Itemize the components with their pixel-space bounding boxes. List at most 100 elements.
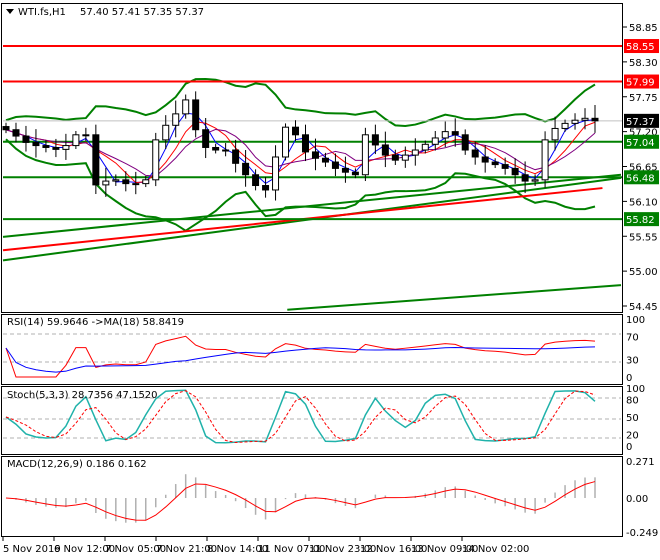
macd-tick-label: -0.249 [626,528,658,539]
collapse-triangle-icon[interactable] [6,9,14,14]
candle-body [361,134,369,176]
candle-body [92,134,100,186]
candle-body [252,174,260,187]
macd-label: MACD(12,26,9) 0.186 0.162 [7,459,147,470]
candle-body [172,113,180,126]
candle-body [301,134,309,153]
candle-body [282,126,290,158]
candle-body [182,99,190,115]
candle-body [581,117,589,121]
stoch-tick-label: 20 [626,430,639,441]
candle-body [152,139,160,181]
candle-body [122,179,130,185]
macd-tick-label: 0.271 [626,457,655,468]
rsi-line [5,335,596,378]
price-tick-label: 54.45 [629,302,658,313]
candle-body [591,117,599,122]
candle-body [62,145,70,150]
candle-body [411,149,419,156]
price-tick-label: 55.55 [629,232,658,243]
candle-body [561,122,569,129]
time-label: 5 Nov 2019 [3,544,61,555]
candle-body [431,137,439,145]
price-tick-label: 58.30 [629,58,658,69]
candle-body [441,131,449,139]
candle-body [571,119,579,124]
rsi-label: RSI(14) 59.9646 ->MA(18) 58.8419 [7,317,184,328]
level-label: 56.48 [626,173,655,184]
candle-body [541,139,549,181]
candle-body [531,179,539,182]
bollinger-upper-line [5,77,596,127]
candle-body [42,145,50,148]
chart-window: 58.85 58.30 57.75 57.20 56.65 56.10 55.55 55.00… [0,0,660,560]
candle-body [351,171,359,176]
candle-body [2,126,10,131]
candle-body [112,179,120,182]
candle-body [72,134,80,147]
candle-body [142,179,150,185]
rsi-tick-label: 30 [626,356,639,367]
time-label: 14 Nov 02:00 [462,544,529,555]
price-tick-label: 57.75 [629,93,658,104]
candle-body [381,144,389,156]
candle-body [32,141,40,147]
stoch-tick-label: 80 [626,396,639,407]
candle-body [162,124,170,141]
candle-body [222,149,230,152]
candle-body [481,156,489,163]
candle-body [471,149,479,158]
candle-body [52,146,60,150]
candle-body [451,131,459,136]
candle-body [272,156,280,191]
candle-body [341,167,349,173]
candle-body [551,127,559,141]
candle-body [311,151,319,159]
candle-body [12,129,20,137]
candle-body [132,183,140,186]
candle-body [82,134,90,137]
candle-body [401,154,409,161]
trend-line [287,284,622,311]
candle-body [22,135,30,143]
candle-body [202,129,210,148]
candle-body [391,154,399,161]
candle-body [331,161,339,169]
macd-tick-label: 0.00 [626,494,648,505]
rsi-tick-label: 70 [626,332,639,343]
current-price-label: 57.37 [626,117,655,128]
chart-canvas: 58.8558.3057.7557.2056.6556.1055.5555.00… [1,3,659,555]
level-label: 58.55 [626,42,655,53]
candle-body [232,149,240,164]
symbol-label: WTI.fs,H1 [18,7,66,18]
candle-body [262,185,270,191]
candle-body [521,174,529,182]
candle-body [242,162,250,176]
price-tick-label: 58.85 [629,23,658,34]
candle-body [371,134,379,146]
candle-body [501,164,509,169]
rsi-tick-label: 100 [626,315,645,326]
level-label: 57.04 [626,138,655,149]
stoch-label: Stoch(5,3,3) 28.7356 47.1520 [7,390,158,401]
stoch-tick-label: 100 [626,384,645,395]
stoch-tick-label: 50 [626,413,639,424]
candle-body [491,161,499,166]
candle-body [511,167,519,176]
ohlc-label: 57.40 57.41 57.35 57.37 [80,7,204,18]
candle-body [461,134,469,151]
rsi-ma-line [5,346,596,373]
candle-body [212,146,220,151]
candle-body [192,99,200,131]
stoch-tick-label: 0 [626,442,632,453]
candle-body [102,180,110,186]
rsi-tick-label: 0 [626,373,632,384]
macd-signal-line [5,481,596,521]
price-tick-label: 56.10 [629,197,658,208]
level-label: 55.82 [626,215,655,226]
level-label: 57.99 [626,78,655,89]
price-tick-label: 55.00 [629,267,658,278]
candle-body [292,126,300,136]
candle-body [321,157,329,163]
candle-body [421,143,429,151]
